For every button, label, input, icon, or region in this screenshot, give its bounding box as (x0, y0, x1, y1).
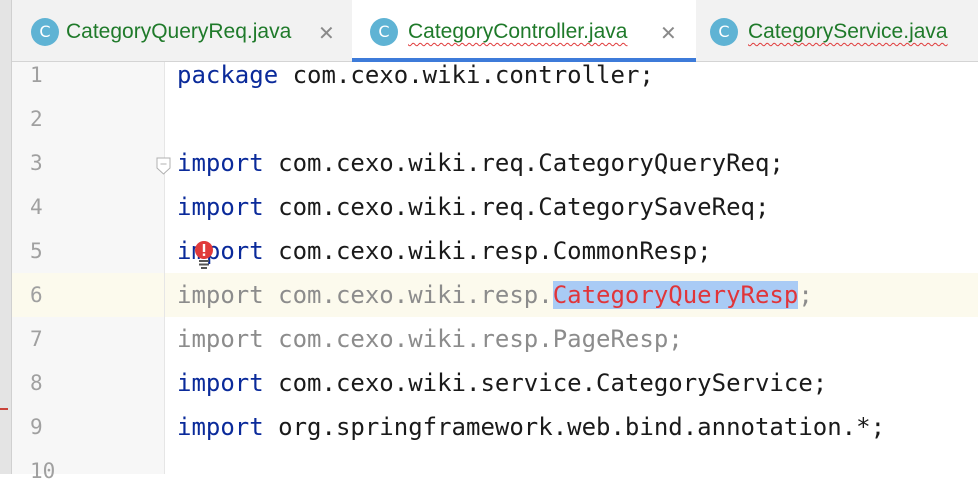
line-number: 1 (30, 63, 43, 87)
line-number: 10 (30, 459, 56, 483)
code-line[interactable]: import com.cexo.wiki.resp.PageResp; (177, 317, 683, 361)
tab-categoryservice[interactable]: C CategoryService.java (696, 0, 978, 61)
line-number: 4 (30, 195, 43, 219)
code-line[interactable]: import com.cexo.wiki.resp.CommonResp; (177, 229, 712, 273)
code-text: org.springframework.web.bind.annotation.… (263, 413, 886, 441)
keyword: import (177, 237, 264, 265)
c-class-icon: C (31, 18, 59, 46)
line-number: 8 (30, 371, 43, 395)
c-class-icon: C (710, 18, 738, 46)
keyword: import (177, 281, 264, 309)
keyword: import (177, 413, 264, 441)
keyword: package (177, 61, 279, 89)
keyword: import (177, 369, 264, 397)
code-text: ; (798, 281, 813, 309)
close-tab-icon[interactable]: ✕ (318, 22, 335, 44)
tool-window-strip (0, 0, 12, 62)
tab-label: CategoryService.java (748, 20, 948, 43)
code-text: com.cexo.wiki.service.CategoryService; (263, 369, 828, 397)
code-text: com.cexo.wiki.resp. (263, 281, 553, 309)
code-text: com.cexo.wiki.req.CategorySaveReq; (263, 193, 770, 221)
code-line[interactable]: import com.cexo.wiki.service.CategorySer… (177, 361, 827, 405)
line-number: 9 (30, 415, 43, 439)
fold-marker-icon[interactable] (156, 157, 171, 175)
c-class-icon: C (370, 18, 398, 46)
tab-label: CategoryQueryReq.java (66, 20, 292, 43)
code-text: com.cexo.wiki.req.CategoryQueryReq; (263, 149, 784, 177)
editor-gutter (0, 62, 165, 474)
code-text: com.cexo.wiki.controller; (278, 61, 654, 89)
keyword: import (177, 193, 264, 221)
code-line[interactable]: import org.springframework.web.bind.anno… (177, 405, 885, 449)
close-tab-icon[interactable]: ✕ (660, 22, 677, 44)
keyword: import (177, 325, 264, 353)
selected-unresolved-symbol[interactable]: CategoryQueryResp (552, 281, 799, 309)
keyword: import (177, 149, 264, 177)
line-number: 7 (30, 327, 43, 351)
tool-window-strip (0, 62, 12, 474)
code-text: com.cexo.wiki.resp.PageResp; (263, 325, 683, 353)
code-line[interactable]: import com.cexo.wiki.resp.CategoryQueryR… (177, 273, 813, 317)
line-number: 2 (30, 107, 43, 131)
code-line[interactable]: import com.cexo.wiki.req.CategorySaveReq… (177, 185, 769, 229)
line-number: 6 (30, 283, 43, 307)
tab-categoryqueryreq[interactable]: C CategoryQueryReq.java ✕ (12, 0, 352, 61)
line-number: 5 (30, 239, 43, 263)
vcs-change-marker (0, 408, 8, 410)
code-line[interactable]: import com.cexo.wiki.req.CategoryQueryRe… (177, 141, 784, 185)
code-text: com.cexo.wiki.resp.CommonResp; (263, 237, 712, 265)
tab-label: CategoryController.java (408, 20, 628, 43)
line-number: 3 (30, 151, 43, 175)
error-bulb-icon[interactable] (194, 240, 214, 270)
code-line[interactable]: package com.cexo.wiki.controller; (177, 53, 654, 97)
